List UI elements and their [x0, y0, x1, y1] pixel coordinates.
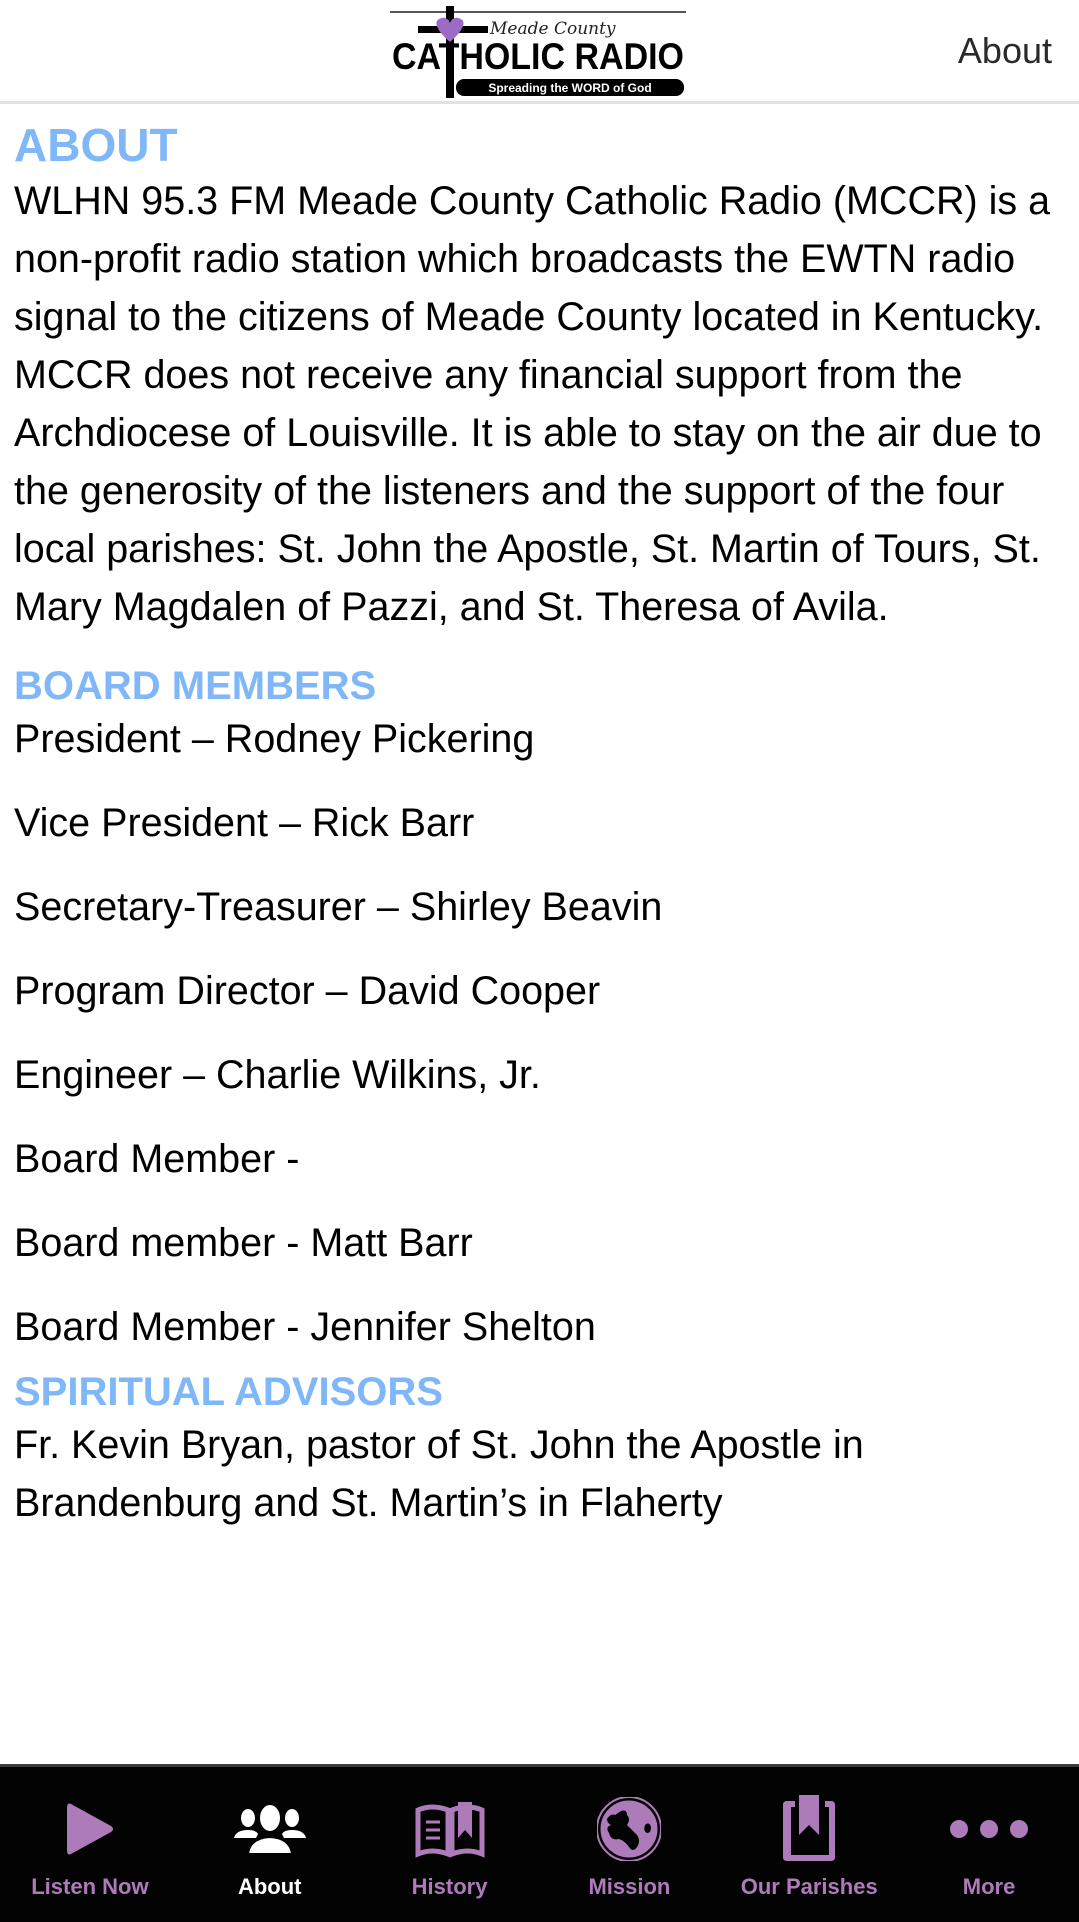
tab-our-parishes[interactable]: Our Parishes	[719, 1767, 899, 1922]
play-icon	[50, 1795, 130, 1863]
spiritual-advisors-heading: SPIRITUAL ADVISORS	[14, 1370, 443, 1414]
people-icon	[230, 1795, 310, 1863]
board-member-item: Board Member -	[14, 1137, 300, 1181]
tab-label: About	[237, 1874, 302, 1899]
tab-about[interactable]: About	[180, 1767, 360, 1922]
more-dots-icon	[949, 1795, 1029, 1863]
board-member-item: Board Member - Jennifer Shelton	[14, 1305, 596, 1349]
bookmark-book-icon	[769, 1795, 849, 1863]
board-members-heading: BOARD MEMBERS	[14, 664, 377, 708]
board-member-item: Vice President – Rick Barr	[14, 801, 475, 845]
board-member-item: Secretary-Treasurer – Shirley Beavin	[14, 885, 663, 929]
tab-label: More	[962, 1874, 1016, 1899]
board-member-item: President – Rodney Pickering	[14, 717, 535, 761]
about-content: ABOUT WLHN 95.3 FM Meade County Catholic…	[14, 118, 1064, 1532]
open-book-icon	[410, 1795, 490, 1863]
about-paragraph: WLHN 95.3 FM Meade County Catholic Radio…	[14, 179, 1051, 629]
station-logo: Meade County CATHOLIC RADIO Spreading th…	[390, 6, 686, 98]
logo-main-text: CATHOLIC RADIO	[392, 36, 684, 77]
tab-more[interactable]: More	[899, 1767, 1079, 1922]
about-heading: ABOUT	[14, 119, 178, 171]
page-title: About	[957, 30, 1052, 71]
logo-tagline: Spreading the WORD of God	[488, 81, 651, 95]
tab-label: Listen Now	[31, 1874, 149, 1899]
tab-history[interactable]: History	[360, 1767, 540, 1922]
tab-listen-now[interactable]: Listen Now	[0, 1767, 180, 1922]
tab-label: Our Parishes	[740, 1874, 878, 1899]
tab-mission[interactable]: Mission	[539, 1767, 719, 1922]
board-member-item: Board member - Matt Barr	[14, 1221, 473, 1265]
spiritual-advisors-paragraph: Fr. Kevin Bryan, pastor of St. John the …	[14, 1423, 864, 1525]
board-members-list: President – Rodney Pickering Vice Presid…	[14, 710, 1064, 1356]
globe-icon	[589, 1795, 669, 1863]
board-member-item: Program Director – David Cooper	[14, 969, 601, 1013]
board-member-item: Engineer – Charlie Wilkins, Jr.	[14, 1053, 541, 1097]
tab-label: Mission	[588, 1874, 671, 1899]
app-header: Meade County CATHOLIC RADIO Spreading th…	[0, 0, 1079, 104]
bottom-tab-bar: Listen Now About History Mission Our Par…	[0, 1764, 1079, 1922]
tab-label: History	[411, 1874, 488, 1899]
